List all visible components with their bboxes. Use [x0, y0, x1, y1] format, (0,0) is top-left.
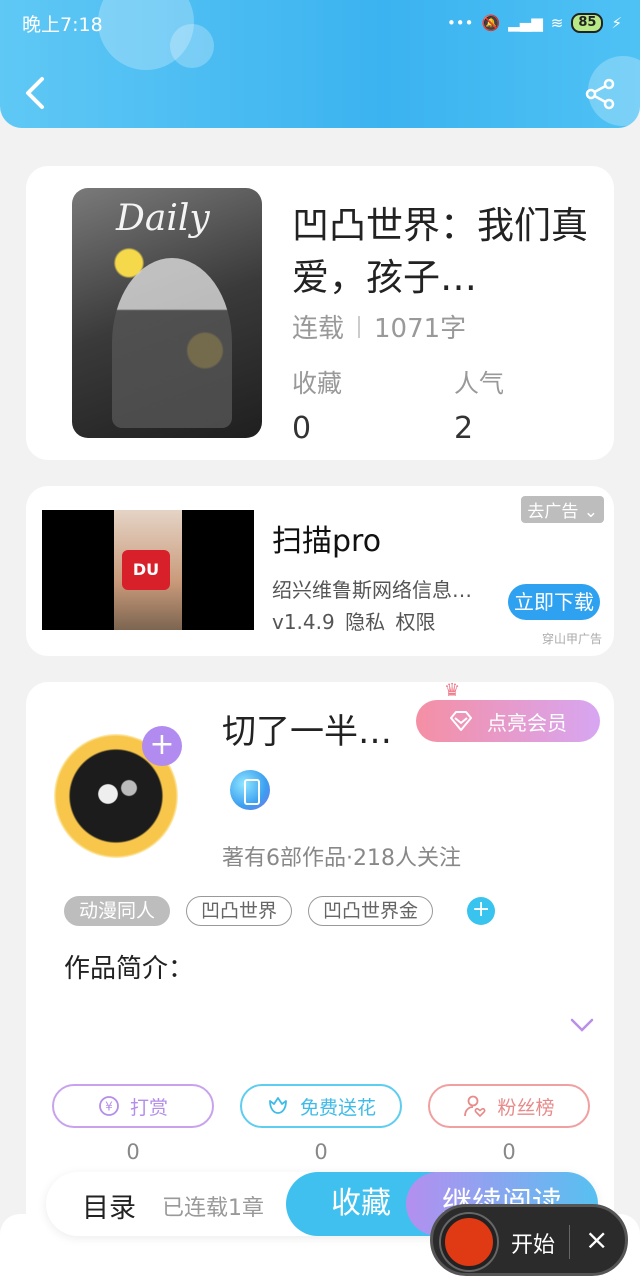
remove-ad-button[interactable]: 去广告 ⌄	[521, 496, 604, 523]
chapter-count: 已连载1章	[162, 1196, 264, 1221]
tag-item[interactable]: 凹凸世界金	[308, 896, 434, 926]
status-bar: 晚上7:18 ••• 🔕 ▂▄▆ ≋ 85 ⚡	[22, 8, 622, 38]
phone-badge-icon	[230, 770, 270, 810]
ad-image-photo: DU	[114, 510, 182, 630]
favorites-label: 收藏	[292, 369, 343, 398]
book-cover[interactable]: Daily	[72, 188, 262, 438]
chevron-down-icon: ⌄	[583, 502, 598, 522]
favorites-value: 0	[292, 411, 312, 446]
reward-count: 0	[126, 1140, 140, 1164]
follow-plus-button[interactable]: +	[142, 726, 182, 766]
close-recorder-icon[interactable]: ×	[585, 1223, 608, 1256]
book-info-card: Daily 凹凸世界：我们真爱，孩子… 连载 1071字 收藏 0 人气 2	[26, 166, 614, 460]
reward-label: 打赏	[129, 1096, 168, 1119]
reward-button[interactable]: ¥ 打赏	[52, 1084, 214, 1128]
avatar-illustration	[80, 764, 150, 824]
expand-chevron-icon[interactable]	[570, 1018, 594, 1032]
back-arrow-icon[interactable]	[24, 76, 46, 110]
status-time: 晚上7:18	[22, 13, 103, 36]
yen-coin-icon: ¥	[99, 1096, 119, 1116]
crown-icon: ♛	[444, 680, 461, 701]
diamond-icon	[450, 711, 472, 731]
remove-ad-label: 去广告	[527, 502, 579, 522]
cover-text: Daily	[116, 198, 210, 239]
book-meta: 连载 1071字	[292, 308, 466, 345]
top-header: 晚上7:18 ••• 🔕 ▂▄▆ ≋ 85 ⚡	[0, 0, 640, 128]
wifi-icon: ≋	[550, 14, 564, 32]
intro-title: 作品简介：	[64, 954, 195, 984]
vip-label: 点亮会员	[487, 710, 567, 735]
fan-ranking-button[interactable]: 粉丝榜	[428, 1084, 590, 1128]
download-button[interactable]: 立即下载	[508, 584, 600, 620]
vip-button[interactable]: 点亮会员	[416, 700, 600, 742]
author-card: + 切了一半… ♛ 点亮会员 著有6部作品·218人关注 动漫同人 凹凸世界 凹…	[26, 680, 614, 1242]
more-dots-icon: •••	[446, 14, 474, 32]
ad-version-info[interactable]: v1.4.9 隐私 权限	[272, 606, 435, 635]
record-button[interactable]	[441, 1214, 497, 1270]
cover-illustration	[112, 258, 232, 428]
meta-divider	[358, 315, 361, 338]
battery-indicator: 85	[571, 13, 604, 33]
popularity-value: 2	[454, 411, 474, 446]
screen-recorder-widget: 开始 ×	[430, 1204, 628, 1276]
tag-item[interactable]: 凹凸世界	[186, 896, 293, 926]
svg-text:¥: ¥	[105, 1100, 113, 1114]
fan-heart-user-icon	[464, 1095, 486, 1118]
recorder-divider	[569, 1225, 570, 1259]
fan-ranking-label: 粉丝榜	[497, 1096, 555, 1119]
start-record-label[interactable]: 开始	[511, 1227, 555, 1259]
catalog-button[interactable]: 目录	[82, 1186, 136, 1225]
book-word-count: 1071字	[374, 314, 467, 344]
ad-title: 扫描pro	[272, 524, 382, 559]
status-icons: ••• 🔕 ▂▄▆ ≋ 85 ⚡	[447, 13, 622, 33]
send-flower-label: 免费送花	[299, 1096, 376, 1119]
ad-company: 绍兴维鲁斯网络信息…	[272, 578, 472, 602]
stop-sign: DU	[122, 550, 170, 590]
tag-item[interactable]: 动漫同人	[64, 896, 171, 926]
fan-count: 0	[502, 1140, 516, 1164]
author-name[interactable]: 切了一半…	[222, 704, 392, 753]
popularity-label: 人气	[454, 369, 505, 398]
ad-source: 穿山甲广告	[541, 632, 602, 646]
ad-card[interactable]: DU 去广告 ⌄ 扫描pro 绍兴维鲁斯网络信息… v1.4.9 隐私 权限 立…	[26, 486, 614, 656]
signal-icon: ▂▄▆	[508, 14, 543, 32]
charging-icon: ⚡	[611, 14, 622, 32]
mute-bell-icon: 🔕	[481, 14, 501, 32]
send-flower-button[interactable]: 免费送花	[240, 1084, 402, 1128]
author-stats: 著有6部作品·218人关注	[222, 846, 461, 871]
flower-count: 0	[314, 1140, 328, 1164]
tag-list: 动漫同人 凹凸世界 凹凸世界金 +	[64, 896, 496, 926]
ad-image[interactable]: DU	[42, 510, 254, 630]
add-tag-button[interactable]: +	[467, 897, 496, 925]
book-title: 凹凸世界：我们真爱，孩子…	[292, 204, 588, 299]
share-icon[interactable]	[584, 78, 616, 110]
flower-icon	[269, 1097, 287, 1114]
book-status: 连载	[292, 314, 345, 344]
